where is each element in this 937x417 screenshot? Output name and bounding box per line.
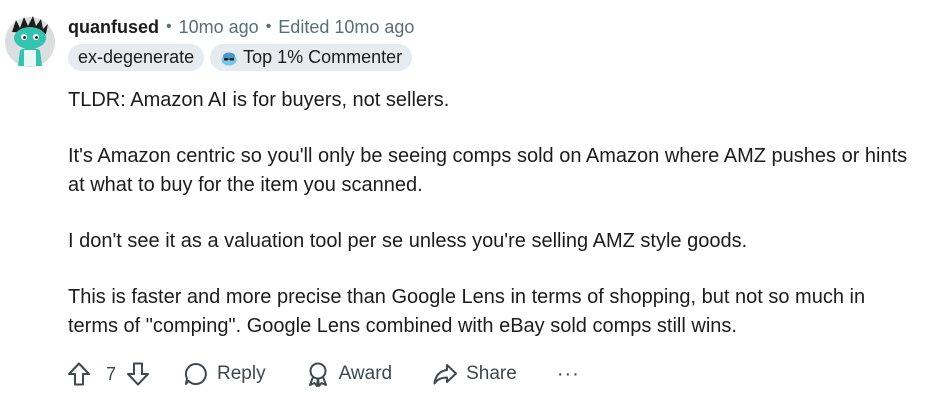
top-commenter-label: Top 1% Commenter [243,47,403,67]
more-options-button[interactable]: ··· [557,363,580,386]
upvote-button[interactable] [66,361,92,387]
separator-dot: • [166,18,172,35]
username[interactable]: quanfused [68,17,159,38]
award-ribbon-icon [308,362,327,387]
user-flair: ex-degenerate [68,44,205,71]
award-label: Award [338,363,393,384]
reply-label: Reply [217,363,266,384]
speech-bubble-icon [184,362,207,385]
avatar[interactable] [4,14,56,68]
comment-meta: quanfused • 10mo ago • Edited 10mo ago [68,15,414,39]
award-button[interactable]: Award [305,361,393,387]
top-commenter-badge[interactable]: Top 1% Commenter [210,44,413,71]
arrow-down-icon [127,362,150,386]
comment-actions: 7 Reply Award Share ··· [66,358,580,390]
timestamp[interactable]: 10mo ago [179,17,259,38]
comment-paragraph: This is faster and more precise than Goo… [68,286,866,337]
flair-row: ex-degenerate Top 1% Commenter [68,44,413,71]
downvote-button[interactable] [125,361,151,387]
share-button[interactable]: Share [432,361,517,387]
comment-body: TLDR: Amazon AI is for buyers, not selle… [68,86,908,368]
comment-paragraph: TLDR: Amazon AI is for buyers, not selle… [68,89,450,111]
comment-paragraph: It's Amazon centric so you'll only be se… [68,145,908,196]
share-arrow-icon [433,364,458,385]
edited-label: Edited 10mo ago [278,16,415,37]
vote-count: 7 [106,363,117,384]
separator-dot: • [265,18,272,35]
share-label: Share [466,363,517,384]
arrow-up-icon [68,362,90,386]
comment: quanfused • 10mo ago • Edited 10mo ago e… [0,0,937,417]
reply-button[interactable]: Reply [183,361,266,387]
comment-paragraph: I don't see it as a valuation tool per s… [68,230,748,252]
user-flair-label: ex-degenerate [78,47,195,67]
top-commenter-icon [220,49,238,67]
